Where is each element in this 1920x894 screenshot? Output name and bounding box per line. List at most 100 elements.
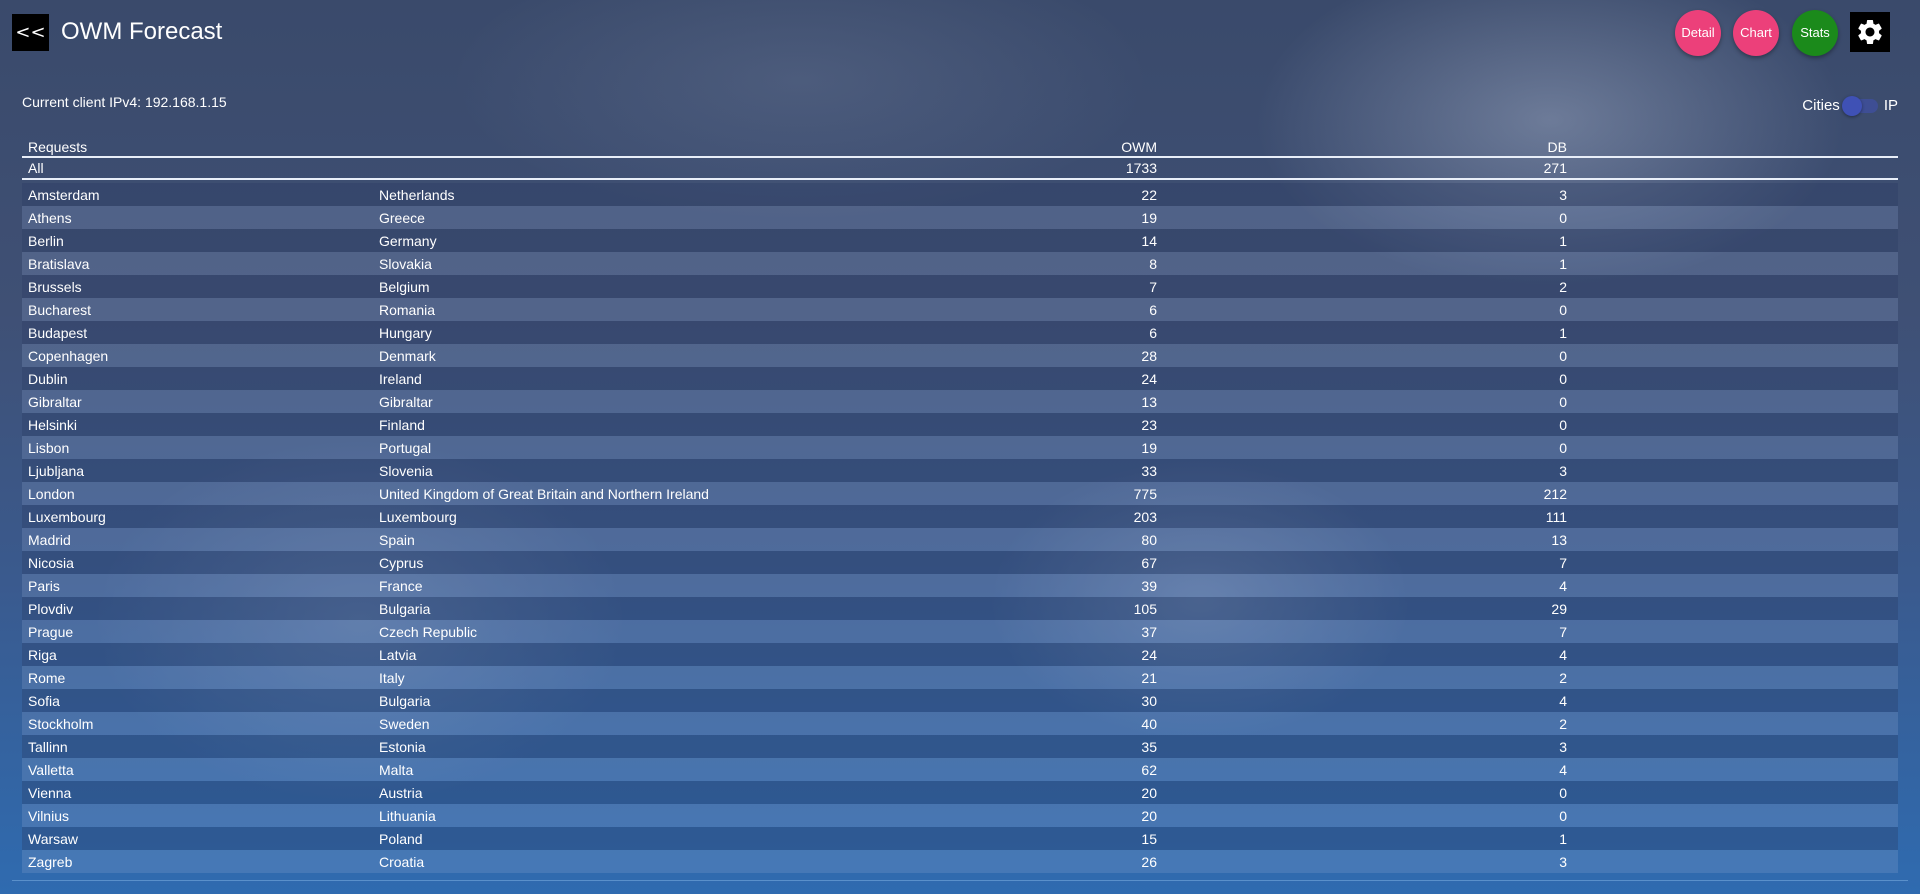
switch-knob[interactable]: [1841, 95, 1862, 116]
filler-cell: [1573, 620, 1898, 643]
db-count-cell: 3: [1163, 459, 1573, 482]
country-cell: Gibraltar: [373, 390, 873, 413]
table-row: Dublin Ireland 24 0: [22, 367, 1898, 390]
country-cell: Ireland: [373, 367, 873, 390]
owm-count-cell: 22: [873, 183, 1163, 206]
db-count-cell: 1: [1163, 827, 1573, 850]
db-count-cell: 0: [1163, 413, 1573, 436]
table-row: Zagreb Croatia 26 3: [22, 850, 1898, 873]
filler-cell: [1573, 597, 1898, 620]
table-body: Amsterdam Netherlands 22 3 Athens Greece 19 0 Be…: [22, 183, 1898, 873]
country-cell: Latvia: [373, 643, 873, 666]
country-cell: Bulgaria: [373, 689, 873, 712]
filler-cell: [1573, 505, 1898, 528]
filler-cell: [1573, 275, 1898, 298]
owm-count-cell: 775: [873, 482, 1163, 505]
country-cell: Austria: [373, 781, 873, 804]
filler-cell: [1573, 367, 1898, 390]
client-ip-text: Current client IPv4: 192.168.1.15: [22, 94, 227, 110]
owm-count-cell: 39: [873, 574, 1163, 597]
filler-cell: [1573, 574, 1898, 597]
owm-count-cell: 20: [873, 781, 1163, 804]
city-cell: Warsaw: [22, 827, 373, 850]
city-cell: Ljubljana: [22, 459, 373, 482]
filler-cell: [1573, 643, 1898, 666]
table-row: Bucharest Romania 6 0: [22, 298, 1898, 321]
filler-cell: [1573, 252, 1898, 275]
db-count-cell: 212: [1163, 482, 1573, 505]
country-cell: Sweden: [373, 712, 873, 735]
table-row: Warsaw Poland 15 1: [22, 827, 1898, 850]
owm-count-cell: 13: [873, 390, 1163, 413]
db-count-cell: 2: [1163, 712, 1573, 735]
city-cell: Luxembourg: [22, 505, 373, 528]
owm-count-cell: 19: [873, 206, 1163, 229]
owm-count-cell: 37: [873, 620, 1163, 643]
owm-count-cell: 203: [873, 505, 1163, 528]
header-requests: Requests: [22, 138, 373, 158]
country-cell: Czech Republic: [373, 620, 873, 643]
owm-count-cell: 6: [873, 321, 1163, 344]
table-row: Prague Czech Republic 37 7: [22, 620, 1898, 643]
owm-count-cell: 40: [873, 712, 1163, 735]
filler-cell: [1573, 344, 1898, 367]
city-cell: Amsterdam: [22, 183, 373, 206]
owm-count-cell: 35: [873, 735, 1163, 758]
detail-button[interactable]: Detail: [1675, 10, 1721, 56]
owm-count-cell: 80: [873, 528, 1163, 551]
country-cell: Romania: [373, 298, 873, 321]
country-cell: Portugal: [373, 436, 873, 459]
city-cell: Gibraltar: [22, 390, 373, 413]
city-cell: Plovdiv: [22, 597, 373, 620]
view-toggle: Cities IP: [1802, 95, 1898, 116]
table-row: Gibraltar Gibraltar 13 0: [22, 390, 1898, 413]
back-button[interactable]: <<: [12, 14, 49, 51]
city-cell: Bucharest: [22, 298, 373, 321]
filler-cell: [1573, 390, 1898, 413]
country-cell: France: [373, 574, 873, 597]
db-count-cell: 111: [1163, 505, 1573, 528]
table-row: Brussels Belgium 7 2: [22, 275, 1898, 298]
table-summary: All 1733 271: [22, 157, 1898, 183]
table-row: Helsinki Finland 23 0: [22, 413, 1898, 436]
cities-ip-switch[interactable]: [1841, 95, 1878, 116]
db-count-cell: 29: [1163, 597, 1573, 620]
table-row: Valletta Malta 62 4: [22, 758, 1898, 781]
stats-button[interactable]: Stats: [1792, 10, 1838, 56]
db-count-cell: 0: [1163, 367, 1573, 390]
city-cell: Lisbon: [22, 436, 373, 459]
toggle-label-cities: Cities: [1802, 97, 1840, 114]
city-cell: Tallinn: [22, 735, 373, 758]
db-count-cell: 0: [1163, 804, 1573, 827]
city-cell: Stockholm: [22, 712, 373, 735]
table-row: London United Kingdom of Great Britain an…: [22, 482, 1898, 505]
filler-cell: [1573, 206, 1898, 229]
city-cell: Dublin: [22, 367, 373, 390]
city-cell: London: [22, 482, 373, 505]
db-count-cell: 7: [1163, 620, 1573, 643]
filler-cell: [1573, 781, 1898, 804]
header-filler: [1573, 138, 1898, 158]
owm-count-cell: 8: [873, 252, 1163, 275]
table-row: Nicosia Cyprus 67 7: [22, 551, 1898, 574]
db-count-cell: 4: [1163, 689, 1573, 712]
settings-button[interactable]: [1850, 12, 1890, 52]
owm-count-cell: 30: [873, 689, 1163, 712]
db-count-cell: 7: [1163, 551, 1573, 574]
filler-cell: [1573, 413, 1898, 436]
table-row: Copenhagen Denmark 28 0: [22, 344, 1898, 367]
table-row: Paris France 39 4: [22, 574, 1898, 597]
table-row: Sofia Bulgaria 30 4: [22, 689, 1898, 712]
owm-count-cell: 15: [873, 827, 1163, 850]
table-row: Athens Greece 19 0: [22, 206, 1898, 229]
filler-cell: [1573, 321, 1898, 344]
country-cell: Croatia: [373, 850, 873, 873]
country-cell: Slovenia: [373, 459, 873, 482]
db-count-cell: 4: [1163, 758, 1573, 781]
city-cell: Nicosia: [22, 551, 373, 574]
chart-button[interactable]: Chart: [1733, 10, 1779, 56]
filler-cell: [1573, 827, 1898, 850]
all-label: All: [22, 157, 373, 180]
db-count-cell: 2: [1163, 275, 1573, 298]
table-row: Plovdiv Bulgaria 105 29: [22, 597, 1898, 620]
